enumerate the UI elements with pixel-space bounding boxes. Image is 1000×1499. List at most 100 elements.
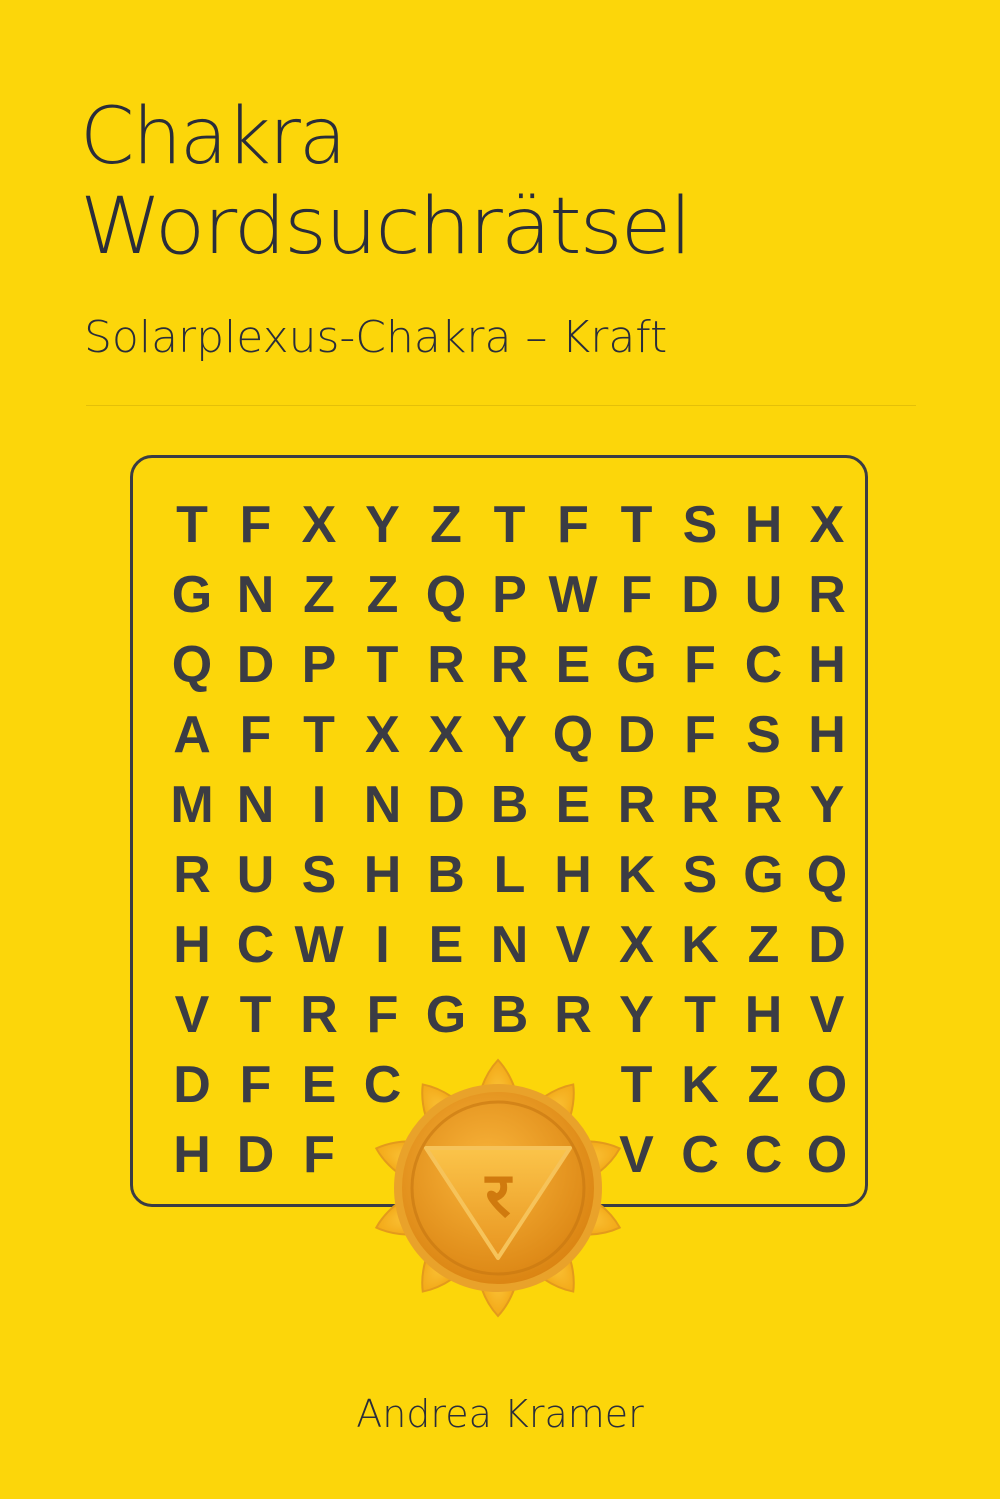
grid-letter: I [375,916,390,974]
grid-letter: T [366,636,399,694]
chakra-lotus-svg: र [374,1058,622,1318]
grid-letter: C [744,1126,783,1184]
grid-letter: S [301,846,337,904]
grid-letter: Q [425,566,467,624]
grid-letter: T [303,706,335,764]
grid-letter: K [681,1056,719,1114]
grid-letter: F [239,706,272,764]
grid-letter: K [681,916,719,974]
grid-letter: H [744,496,783,554]
grid-letter: R [427,636,465,694]
grid-letter: W [294,916,344,974]
divider [86,405,916,406]
grid-letter: Z [366,566,399,624]
grid-letter: F [684,706,716,764]
grid-letter: X [301,496,337,554]
grid-letter: R [300,986,338,1044]
grid-letter: D [617,706,656,764]
grid-letter: N [490,916,529,974]
title-line-1: Chakra [80,92,347,182]
grid-letter: T [493,496,526,554]
grid-letter: W [548,566,598,624]
grid-letter: M [170,776,214,834]
grid-letter: K [617,846,656,904]
grid-letter: Q [171,636,213,694]
grid-letter: D [173,1056,211,1114]
grid-letter: S [682,496,718,554]
grid-letter: N [236,566,275,624]
grid-letter: G [743,846,784,904]
grid-letter: R [173,846,211,904]
title-line-2: Wordsuchrätsel [80,182,692,272]
grid-letter: D [236,636,275,694]
grid-letter: Q [806,846,848,904]
grid-letter: R [744,776,783,834]
grid-letter: V [555,916,591,974]
grid-letter: C [236,916,275,974]
grid-letter: Q [552,706,594,764]
grid-letter: L [493,846,526,904]
grid-letter: E [301,1056,337,1114]
grid-letter: X [809,496,845,554]
grid-letter: S [682,846,718,904]
grid-letter: R [808,566,846,624]
grid-letter: G [171,566,213,624]
grid-letter: A [173,706,211,764]
subtitle: Solarplexus-Chakra – Kraft [84,312,668,363]
solar-plexus-chakra-lotus-icon: र [348,1030,648,1340]
grid-letter: R [490,636,529,694]
grid-letter: F [239,496,272,554]
grid-letter: U [744,566,783,624]
grid-letter: H [744,986,783,1044]
grid-letter: F [620,566,653,624]
grid-letter: N [363,776,402,834]
grid-letter: R [617,776,656,834]
grid-letter: B [427,846,465,904]
grid-letter: Y [809,776,845,834]
grid-letter: T [176,496,208,554]
grid-letter: R [681,776,719,834]
grid-letter: H [808,706,846,764]
grid-letter: O [806,1056,848,1114]
grid-letter: F [684,636,716,694]
grid-letter: X [619,916,654,974]
grid-letter: F [239,1056,272,1114]
grid-letter: Y [492,706,527,764]
grid-letter: D [681,566,719,624]
grid-letter: H [363,846,402,904]
grid-letter: H [173,1126,211,1184]
grid-letter: E [555,776,591,834]
grid-letter: G [616,636,657,694]
grid-letter: D [427,776,465,834]
grid-letter: Z [430,496,462,554]
grid-letter: U [236,846,275,904]
grid-letter: S [746,706,781,764]
grid-letter: I [311,776,327,834]
grid-letter: X [428,706,464,764]
grid-letter: V [174,986,210,1044]
grid-letter: P [301,636,337,694]
grid-letter: E [428,916,464,974]
grid-letter: D [236,1126,275,1184]
grid-letter: Z [747,916,780,974]
grid-letter: Z [303,566,335,624]
grid-letter: D [808,916,846,974]
grid-letter: F [303,1126,335,1184]
grid-letter: H [808,636,846,694]
grid-letter: P [492,566,527,624]
grid-letter: N [236,776,275,834]
grid-letter: C [744,636,783,694]
grid-letter: F [557,496,589,554]
grid-letter: T [239,986,272,1044]
grid-letter: V [809,986,845,1044]
grid-letter: T [684,986,716,1044]
grid-letter: B [490,776,529,834]
grid-letter: E [555,636,591,694]
grid-letter: Y [365,496,400,554]
grid-letter: Z [747,1056,780,1114]
grid-letter: X [365,706,400,764]
grid-letter: O [806,1126,848,1184]
grid-letter: C [681,1126,719,1184]
grid-letter: H [173,916,211,974]
chakra-seed-syllable: र [484,1158,513,1231]
